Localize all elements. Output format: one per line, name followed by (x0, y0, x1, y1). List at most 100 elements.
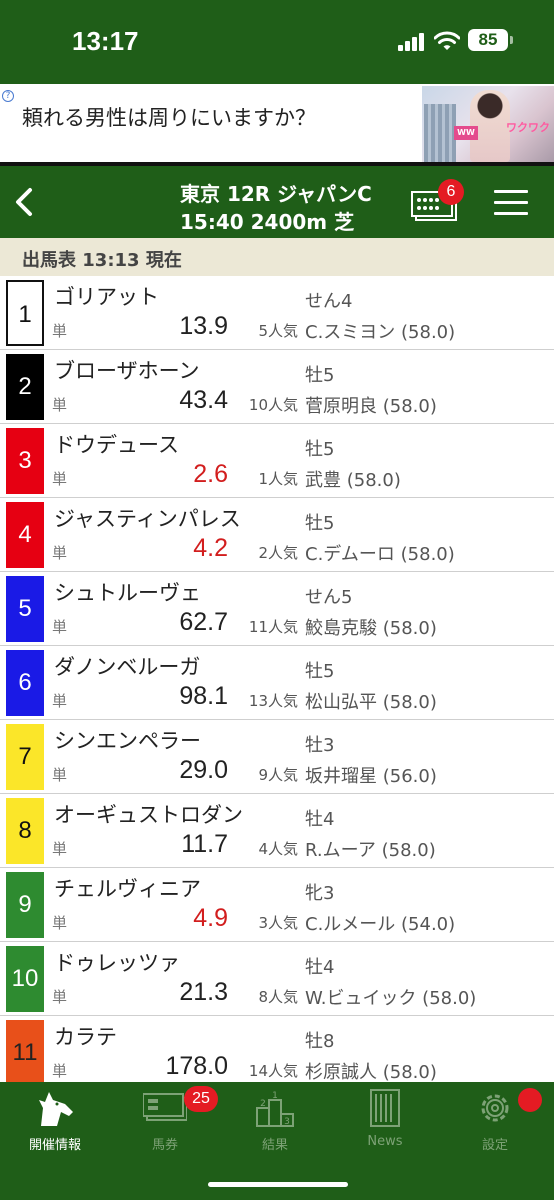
win-bet-label: 単 (52, 322, 68, 340)
tab-label: 馬券 (151, 1138, 178, 1153)
ticket-icon (143, 1093, 187, 1121)
popularity-rank: 9人気 (258, 766, 298, 784)
jockey-weight[interactable]: 杉原誠人 (58.0) (305, 1058, 437, 1082)
win-bet-label: 単 (52, 470, 68, 488)
tab-bar: 開催情報 25 馬券 1 2 3 結果 News 設定 (0, 1082, 554, 1200)
jockey-weight[interactable]: 坂井瑠星 (56.0) (305, 762, 437, 788)
horse-name[interactable]: ダノンベルーガ (54, 651, 200, 681)
svg-text:2: 2 (260, 1099, 266, 1109)
runner-row[interactable]: 4 ジャスティンパレス単 4.2 2人気 牡5 C.デムーロ (58.0) (0, 498, 554, 572)
popularity-rank: 1人気 (258, 470, 298, 488)
podium-icon: 1 2 3 (256, 1091, 294, 1127)
settings-notification-dot (518, 1088, 542, 1112)
post-number: 2 (6, 354, 44, 420)
horse-name[interactable]: カラテ (54, 1021, 117, 1051)
horse-name[interactable]: ゴリアット (54, 281, 159, 311)
runner-row[interactable]: 3 ドウデュース単 2.6 1人気 牡5 武豊 (58.0) (0, 424, 554, 498)
win-bet-label: 単 (52, 692, 68, 710)
back-chevron-icon[interactable] (10, 182, 40, 222)
wifi-icon (434, 31, 460, 50)
jockey-weight[interactable]: C.ルメール (54.0) (305, 910, 455, 936)
horse-name[interactable]: ドゥレッツァ (54, 947, 180, 977)
post-number: 8 (6, 798, 44, 864)
home-indicator[interactable] (208, 1182, 348, 1187)
horse-name[interactable]: ジャスティンパレス (54, 503, 241, 533)
horse-name[interactable]: ブローザホーン (54, 355, 200, 385)
win-odds: 11.7 (181, 830, 228, 858)
newspaper-icon (370, 1089, 400, 1127)
win-odds: 43.4 (179, 386, 228, 414)
sex-age: せん4 (305, 291, 353, 312)
jockey-weight[interactable]: W.ビュイック (58.0) (305, 984, 476, 1010)
runner-list[interactable]: 1 ゴリアット単 13.9 5人気 せん4 C.スミヨン (58.0) 2 ブローザホーン単 4… (0, 276, 554, 1082)
tab-label: 設定 (481, 1138, 508, 1153)
tab-label: 結果 (261, 1138, 288, 1153)
jockey-weight[interactable]: C.スミヨン (58.0) (305, 318, 455, 344)
tab-label: 開催情報 (28, 1138, 81, 1153)
win-bet-label: 単 (52, 544, 68, 562)
tab-race-info[interactable]: 開催情報 (0, 1082, 110, 1162)
win-odds: 2.6 (193, 460, 228, 488)
sex-age: 牡5 (305, 661, 335, 682)
post-number: 3 (6, 428, 44, 494)
svg-text:1: 1 (272, 1091, 278, 1101)
ad-image-text: ワクワク (506, 121, 550, 134)
jockey-weight[interactable]: 菅原明良 (58.0) (305, 392, 437, 418)
horse-name[interactable]: チェルヴィニア (54, 873, 201, 903)
runner-row[interactable]: 7 シンエンペラー単 29.0 9人気 牡3 坂井瑠星 (56.0) (0, 720, 554, 794)
status-time: 13:17 (72, 26, 139, 56)
win-bet-label: 単 (52, 766, 68, 784)
runner-row[interactable]: 9 チェルヴィニア単 4.9 3人気 牝3 C.ルメール (54.0) (0, 868, 554, 942)
ad-image[interactable]: WW ワクワク ↻ (422, 86, 554, 162)
sex-age: 牡5 (305, 439, 335, 460)
jockey-weight[interactable]: 鮫島克駿 (58.0) (305, 614, 437, 640)
tab-results[interactable]: 1 2 3 結果 (220, 1082, 330, 1162)
post-number: 1 (6, 280, 44, 346)
win-odds: 21.3 (179, 978, 228, 1006)
jockey-weight[interactable]: R.ムーア (58.0) (305, 836, 436, 862)
runner-row[interactable]: 10 ドゥレッツァ単 21.3 8人気 牡4 W.ビュイック (58.0) (0, 942, 554, 1016)
runner-row[interactable]: 5 シュトルーヴェ単 62.7 11人気 せん5 鮫島克駿 (58.0) (0, 572, 554, 646)
jockey-weight[interactable]: 武豊 (58.0) (305, 466, 401, 492)
runner-row[interactable]: 1 ゴリアット単 13.9 5人気 せん4 C.スミヨン (58.0) (0, 276, 554, 350)
post-number: 4 (6, 502, 44, 568)
horse-head-icon (39, 1092, 73, 1126)
horse-name[interactable]: オーギュストロダン (54, 799, 243, 829)
status-bar: 13:17 85 (0, 0, 554, 84)
runner-row[interactable]: 6 ダノンベルーガ単 98.1 13人気 牡5 松山弘平 (58.0) (0, 646, 554, 720)
horse-name[interactable]: ドウデュース (54, 429, 179, 459)
sex-age: せん5 (305, 587, 353, 608)
horse-name[interactable]: シンエンペラー (54, 725, 201, 755)
betting-slip-badge: 6 (438, 179, 464, 205)
win-odds: 178.0 (165, 1052, 228, 1080)
popularity-rank: 8人気 (258, 988, 298, 1006)
hamburger-menu-icon[interactable] (494, 190, 528, 216)
battery-icon (510, 36, 513, 44)
post-number: 11 (6, 1020, 44, 1082)
runner-row[interactable]: 8 オーギュストロダン単 11.7 4人気 牡4 R.ムーア (58.0) (0, 794, 554, 868)
ad-banner[interactable]: ? 頼れる男性は周りにいますか？ WW ワクワク ↻ (0, 84, 554, 166)
popularity-rank: 4人気 (258, 840, 298, 858)
win-bet-label: 単 (52, 988, 68, 1006)
jockey-weight[interactable]: C.デムーロ (58.0) (305, 540, 455, 566)
entry-list-timestamp: 出馬表 13:13 現在 (22, 250, 182, 271)
popularity-rank: 3人気 (258, 914, 298, 932)
jockey-weight[interactable]: 松山弘平 (58.0) (305, 688, 437, 714)
sex-age: 牡4 (305, 809, 335, 830)
ad-info-icon[interactable]: ? (2, 90, 14, 102)
win-odds: 29.0 (179, 756, 228, 784)
tab-settings[interactable]: 設定 (440, 1082, 550, 1162)
win-odds: 98.1 (179, 682, 228, 710)
win-odds: 4.9 (193, 904, 228, 932)
popularity-rank: 14人気 (248, 1062, 298, 1080)
tab-news[interactable]: News (330, 1082, 440, 1162)
race-title: 東京 12R ジャパンC (180, 182, 372, 206)
runner-row[interactable]: 11 カラテ単 178.0 14人気 牡8 杉原誠人 (58.0) (0, 1016, 554, 1082)
horse-name[interactable]: シュトルーヴェ (54, 577, 201, 607)
ad-text[interactable]: 頼れる男性は周りにいますか？ (22, 102, 316, 132)
tab-tickets[interactable]: 25 馬券 (110, 1082, 220, 1162)
win-bet-label: 単 (52, 914, 68, 932)
runner-row[interactable]: 2 ブローザホーン単 43.4 10人気 牡5 菅原明良 (58.0) (0, 350, 554, 424)
race-subtitle: 15:40 2400m 芝 (180, 210, 355, 234)
post-number: 5 (6, 576, 44, 642)
